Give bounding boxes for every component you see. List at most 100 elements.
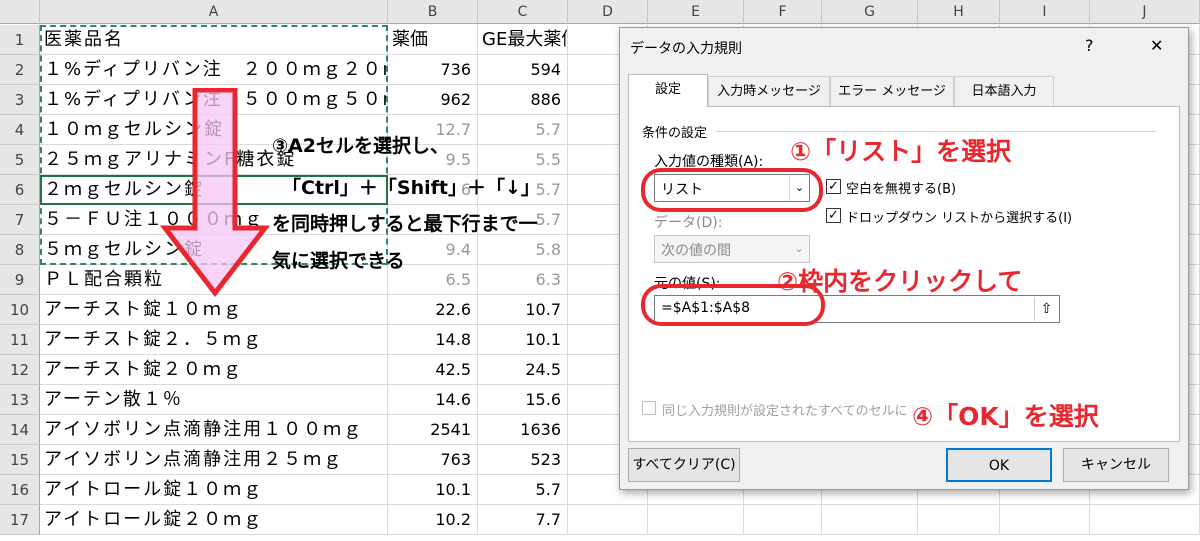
in-cell-dropdown-checkbox[interactable]: ✓: [826, 208, 841, 223]
cell-c13[interactable]: 15.6: [478, 385, 568, 415]
cell-c17[interactable]: 7.7: [478, 505, 568, 535]
cell-b14[interactable]: 2541: [388, 415, 478, 445]
close-icon[interactable]: ✕: [1150, 36, 1163, 55]
cell-c10[interactable]: 10.7: [478, 295, 568, 325]
cell-a14[interactable]: アイソボリン点滴静注用１００ｍｇ: [40, 415, 388, 445]
column-header-e[interactable]: E: [648, 0, 744, 24]
row-header[interactable]: 6: [0, 175, 40, 205]
help-button[interactable]: ?: [1085, 36, 1094, 55]
cell-a17[interactable]: アイトロール錠２０ｍｇ: [40, 505, 388, 535]
cell-c2[interactable]: 594: [478, 55, 568, 85]
row-header[interactable]: 5: [0, 145, 40, 175]
highlight-allow-select: [641, 168, 823, 212]
tab-input-message[interactable]: 入力時メッセージ: [708, 76, 830, 106]
cell-a10[interactable]: アーチスト錠１０ｍｇ: [40, 295, 388, 325]
empty-cell[interactable]: [918, 505, 1000, 535]
tab-settings[interactable]: 設定: [628, 74, 708, 107]
column-header-h[interactable]: H: [918, 0, 1000, 24]
step1-annotation: ①「リスト」を選択: [790, 137, 1012, 166]
data-select-value: 次の値の間: [661, 243, 731, 259]
cell-b1[interactable]: 薬価: [388, 25, 478, 55]
column-header-g[interactable]: G: [822, 0, 918, 24]
step3-line3: を同時押しすると最下行まで一: [272, 213, 538, 235]
column-header-d[interactable]: D: [568, 0, 648, 24]
empty-cell[interactable]: [1090, 505, 1200, 535]
row-header[interactable]: 2: [0, 55, 40, 85]
step2-annotation: ②枠内をクリックして: [777, 267, 1023, 296]
tab-error-message[interactable]: エラー メッセージ: [830, 76, 954, 106]
cell-c5[interactable]: 5.5: [478, 145, 568, 175]
cancel-button[interactable]: キャンセル: [1063, 448, 1169, 482]
empty-cell[interactable]: [568, 505, 648, 535]
cell-c9[interactable]: 6.3: [478, 265, 568, 295]
row-header[interactable]: 1: [0, 25, 40, 55]
row-header[interactable]: 7: [0, 205, 40, 235]
cell-b13[interactable]: 14.6: [388, 385, 478, 415]
row-header[interactable]: 11: [0, 325, 40, 355]
step3-line4: 気に選択できる: [272, 250, 405, 272]
cell-c11[interactable]: 10.1: [478, 325, 568, 355]
data-validation-dialog: データの入力規則 ? ✕ 設定 入力時メッセージ エラー メッセージ 日本語入力…: [619, 27, 1189, 490]
row-header[interactable]: 17: [0, 505, 40, 535]
empty-cell[interactable]: [1000, 505, 1090, 535]
cell-b15[interactable]: 763: [388, 445, 478, 475]
cell-c14[interactable]: 1636: [478, 415, 568, 445]
cell-a11[interactable]: アーチスト錠２．５ｍｇ: [40, 325, 388, 355]
clear-all-button[interactable]: すべてクリア(C): [628, 448, 740, 482]
cell-b11[interactable]: 14.8: [388, 325, 478, 355]
row-header[interactable]: 15: [0, 445, 40, 475]
column-header-j[interactable]: J: [1090, 0, 1200, 24]
step3-line1: ③A2セルを選択し、: [272, 135, 450, 157]
row-header[interactable]: 8: [0, 235, 40, 265]
cell-c16[interactable]: 5.7: [478, 475, 568, 505]
cell-b17[interactable]: 10.2: [388, 505, 478, 535]
column-header-i[interactable]: I: [1000, 0, 1090, 24]
column-header-c[interactable]: C: [478, 0, 568, 24]
empty-cell[interactable]: [648, 505, 744, 535]
ignore-blank-checkbox[interactable]: ✓: [826, 179, 841, 194]
row-header[interactable]: 10: [0, 295, 40, 325]
row-header[interactable]: 13: [0, 385, 40, 415]
cell-a12[interactable]: アーチスト錠２０ｍｇ: [40, 355, 388, 385]
select-all-corner[interactable]: [0, 0, 40, 24]
chevron-down-icon: ⌄: [794, 242, 804, 255]
cell-c8[interactable]: 5.8: [478, 235, 568, 265]
column-header-b[interactable]: B: [388, 0, 478, 24]
row-header[interactable]: 9: [0, 265, 40, 295]
empty-cell[interactable]: [744, 505, 822, 535]
ok-button[interactable]: OK: [946, 448, 1052, 482]
row-header[interactable]: 3: [0, 85, 40, 115]
row-header[interactable]: 12: [0, 355, 40, 385]
cell-b16[interactable]: 10.1: [388, 475, 478, 505]
cell-a13[interactable]: アーテン散１％: [40, 385, 388, 415]
step4-annotation: ④「OK」を選択: [908, 397, 1103, 433]
cell-c4[interactable]: 5.7: [478, 115, 568, 145]
tab-ime[interactable]: 日本語入力: [954, 76, 1054, 106]
cell-c3[interactable]: 886: [478, 85, 568, 115]
in-cell-dropdown-label[interactable]: ドロップダウン リストから選択する(I): [846, 207, 1072, 226]
cell-b2[interactable]: 736: [388, 55, 478, 85]
cell-b3[interactable]: 962: [388, 85, 478, 115]
column-header-f[interactable]: F: [744, 0, 822, 24]
group-label: 条件の設定: [642, 126, 708, 141]
cell-c1[interactable]: GE最大薬価: [478, 25, 568, 55]
column-header-a[interactable]: A: [40, 0, 388, 24]
data-label: データ(D):: [654, 215, 723, 231]
collapse-dialog-icon[interactable]: ⇧: [1034, 297, 1058, 321]
data-select: 次の値の間 ⌄: [654, 235, 810, 263]
cell-c12[interactable]: 24.5: [478, 355, 568, 385]
apply-all-checkbox: [642, 401, 656, 415]
cell-b10[interactable]: 22.6: [388, 295, 478, 325]
cell-a15[interactable]: アイソボリン点滴静注用２５ｍｇ: [40, 445, 388, 475]
ignore-blank-label[interactable]: 空白を無視する(B): [846, 178, 956, 197]
row-header[interactable]: 4: [0, 115, 40, 145]
cell-a16[interactable]: アイトロール錠１０ｍｇ: [40, 475, 388, 505]
down-arrow-annotation: [160, 88, 270, 298]
step3-line2: 「Ctrl」＋「Shift」＋「↓」: [282, 177, 540, 199]
row-header[interactable]: 14: [0, 415, 40, 445]
row-header[interactable]: 16: [0, 475, 40, 505]
cell-c15[interactable]: 523: [478, 445, 568, 475]
dialog-title: データの入力規則: [630, 41, 742, 57]
cell-b12[interactable]: 42.5: [388, 355, 478, 385]
empty-cell[interactable]: [822, 505, 918, 535]
